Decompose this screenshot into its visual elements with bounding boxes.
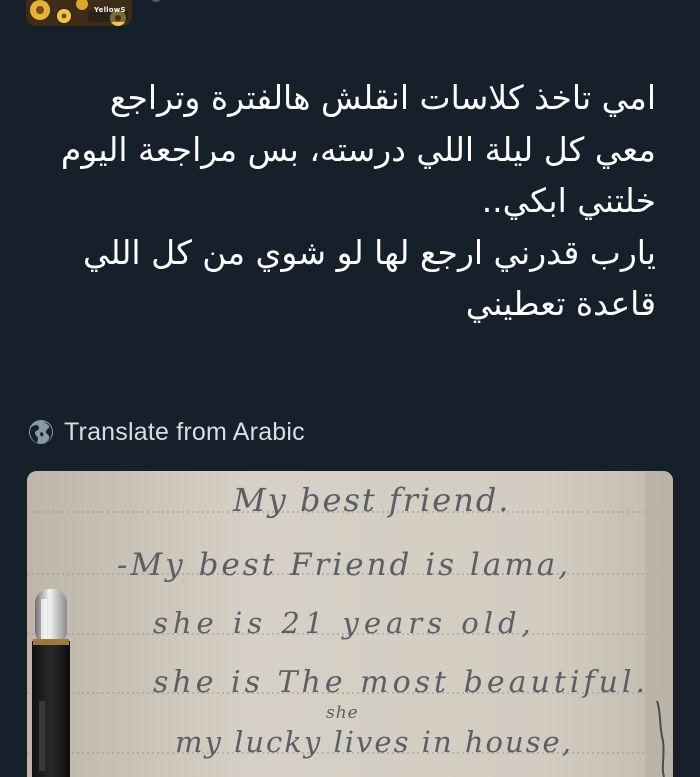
translate-link[interactable]: Translate from Arabic — [28, 416, 305, 448]
avatar[interactable]: YellowS — [26, 0, 132, 26]
globe-icon — [29, 420, 53, 444]
tweet-screen: YellowS امي تاخذ كلاسات انقلش هالفترة وت… — [0, 0, 700, 777]
handwriting-line: she is 21 years old, — [153, 606, 536, 640]
handwriting-line: -My best Friend is lama, — [117, 547, 572, 583]
handwriting-line: my lucky lives in house, — [175, 725, 573, 759]
tweet-text: امي تاخذ كلاسات انقلش هالفترة وتراجع معي… — [60, 78, 656, 323]
translate-label: Translate from Arabic — [64, 417, 305, 446]
tweet-photo[interactable]: My best friend. -My best Friend is lama,… — [27, 471, 673, 777]
avatar-logo-text: YellowS — [94, 6, 126, 14]
handwriting-line: My best friend. — [233, 481, 511, 519]
header-verified-dot — [150, 0, 162, 2]
handwriting-line: she is The most beautiful. — [153, 665, 650, 700]
handwriting-insert: she — [326, 703, 359, 723]
